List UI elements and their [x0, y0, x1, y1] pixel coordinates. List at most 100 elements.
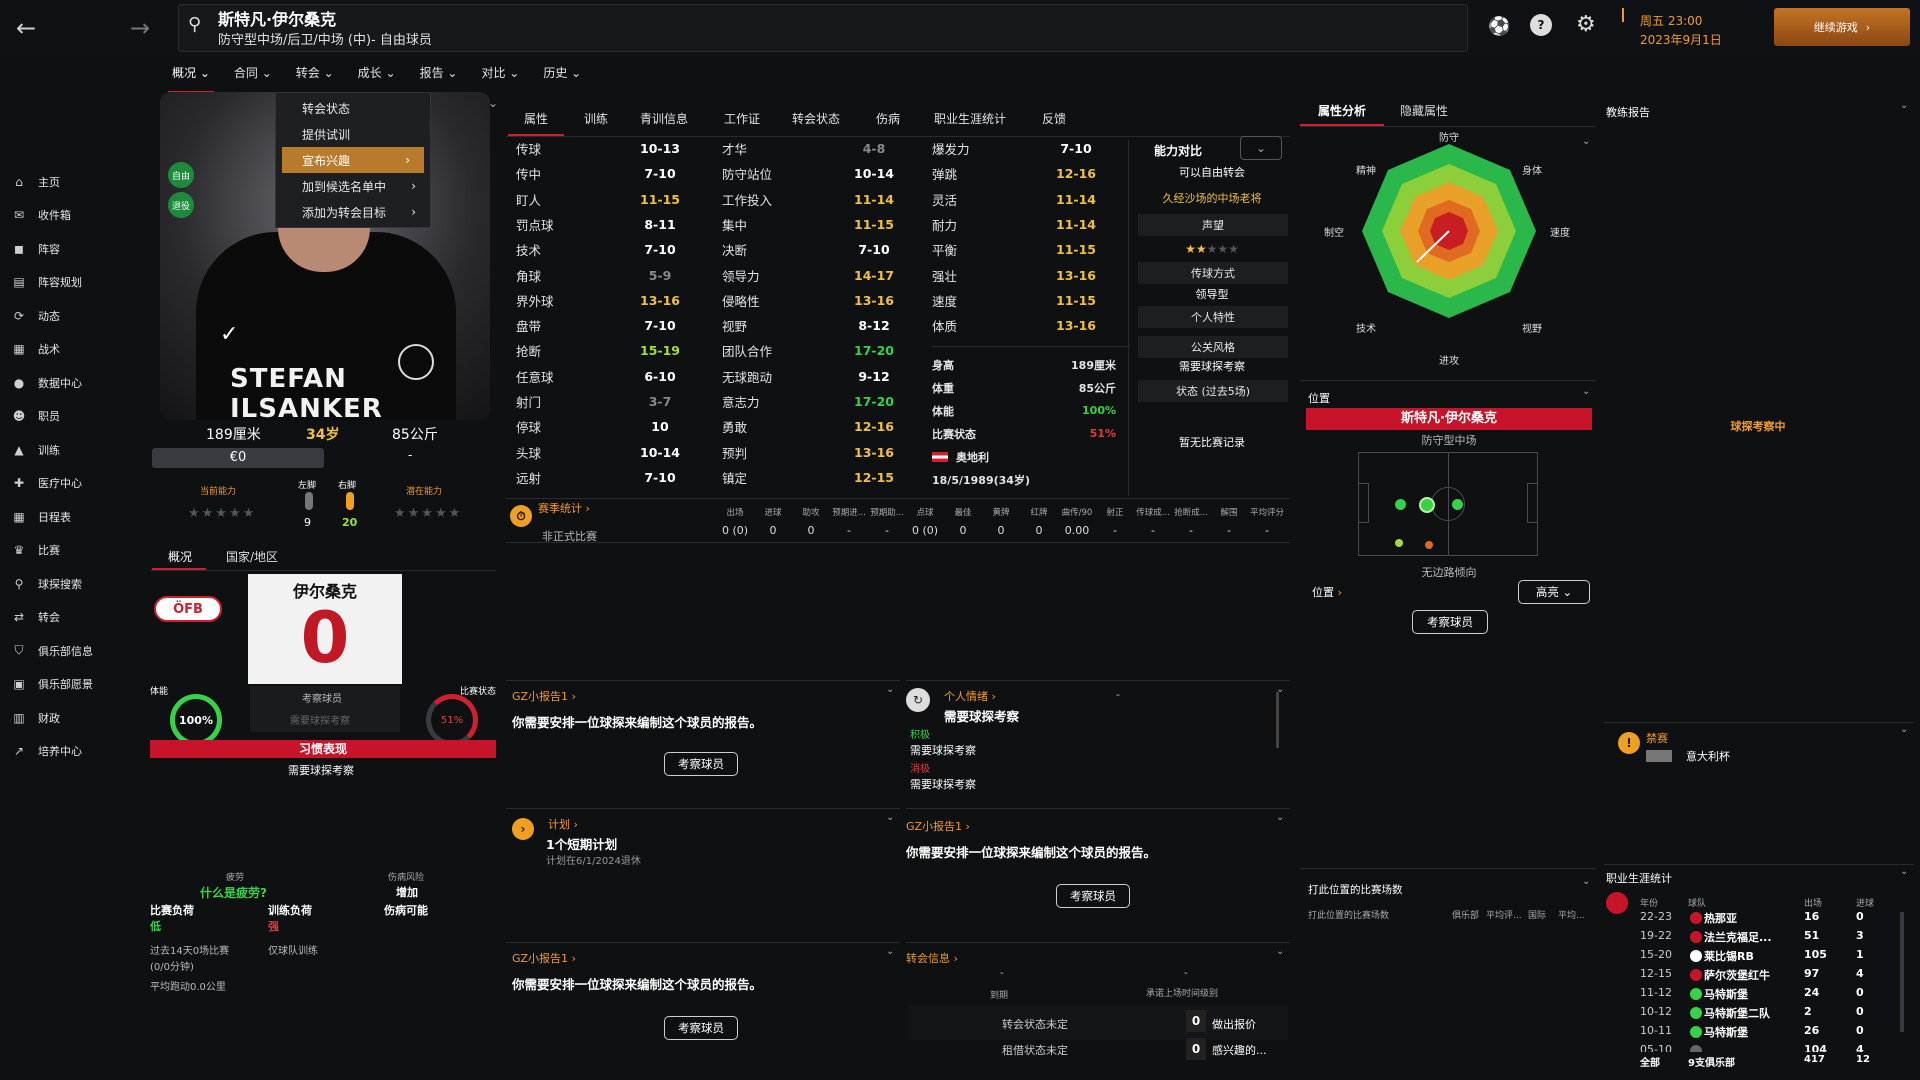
chevron-down-icon[interactable]: ⌄: [1276, 946, 1284, 957]
personality-title[interactable]: 个人情绪 ›: [944, 688, 996, 704]
subnav-reports[interactable]: 报告 ⌄: [408, 60, 470, 90]
what-is-fatigue-link[interactable]: 什么是疲劳?: [200, 884, 267, 901]
attr-tab[interactable]: 工作证: [724, 110, 760, 127]
subnav-development[interactable]: 成长 ⌄: [346, 60, 408, 90]
season-stats-header[interactable]: 射正: [1096, 506, 1134, 518]
ball-icon[interactable]: ⚽: [1488, 16, 1510, 37]
interested-link[interactable]: 感兴趣的...: [1212, 1042, 1267, 1058]
sidebar-item-schedule[interactable]: ▦ 日程表: [0, 500, 150, 534]
subnav-compare[interactable]: 对比 ⌄: [469, 60, 531, 90]
menu-item-declare-interest[interactable]: 宣布兴趣 ›: [282, 147, 424, 173]
sidebar-item-home[interactable]: ⌂ 主页: [0, 165, 150, 199]
sidebar-item-development-centre[interactable]: ↗ 培养中心: [0, 735, 150, 769]
continue-button[interactable]: 继续游戏 ›: [1774, 8, 1910, 46]
career-team-cell[interactable]: 马特斯堡: [1704, 986, 1814, 1002]
attr-tab[interactable]: 转会状态: [792, 110, 840, 127]
season-stats-title[interactable]: 赛季统计 ›: [538, 500, 590, 516]
career-team-cell[interactable]: 马特斯堡: [1704, 1024, 1814, 1040]
sidebar-item-inbox[interactable]: ✉ 收件箱: [0, 199, 150, 233]
season-stats-header[interactable]: 出场: [716, 506, 754, 518]
position-scout-button[interactable]: 考察球员: [1412, 610, 1488, 634]
career-team-cell[interactable]: 萨尔茨堡红牛: [1704, 967, 1814, 983]
sidebar-item-scouting[interactable]: ⚲ 球探搜索: [0, 567, 150, 601]
gz-report-2-title[interactable]: GZ小报告1 ›: [906, 818, 970, 834]
chevron-down-icon[interactable]: ⌄: [1900, 724, 1908, 735]
chevron-down-icon[interactable]: ⌄: [488, 96, 498, 110]
gz-report-3-title[interactable]: GZ小报告1 ›: [512, 950, 576, 966]
attr-tab[interactable]: 职业生涯统计: [934, 110, 1006, 127]
chevron-down-icon[interactable]: ⌄: [1900, 100, 1908, 111]
sidebar-item-staff[interactable]: ☻ 职员: [0, 400, 150, 434]
sidebar-item-club-vision[interactable]: ▣ 俱乐部愿景: [0, 668, 150, 702]
menu-item-add-target[interactable]: 添加为转会目标 ›: [276, 199, 430, 225]
sidebar-item-training[interactable]: ▲ 训练: [0, 433, 150, 467]
tab-attr-analysis[interactable]: 属性分析: [1318, 102, 1366, 119]
season-stats-header[interactable]: 抢断成...: [1172, 506, 1210, 518]
chevron-down-icon[interactable]: ⌄: [1900, 866, 1908, 877]
back-arrow-icon[interactable]: ←: [8, 10, 44, 46]
menu-item-offer-trial[interactable]: 提供试训: [276, 121, 430, 147]
sidebar-item-transfers[interactable]: ⇄ 转会: [0, 601, 150, 635]
transfer-info-title[interactable]: 转会信息 ›: [906, 950, 958, 966]
menu-item-transfer-status[interactable]: 转会状态: [276, 95, 430, 121]
plan-title[interactable]: 计划 ›: [548, 816, 578, 832]
season-stats-header[interactable]: 点球: [906, 506, 944, 518]
sidebar-item-club-info[interactable]: ⛉ 俱乐部信息: [0, 634, 150, 668]
highlight-dropdown[interactable]: 高亮 ⌄: [1518, 580, 1590, 604]
season-stats-header[interactable]: 黄牌: [982, 506, 1020, 518]
attr-tab[interactable]: 反馈: [1042, 110, 1066, 127]
help-icon[interactable]: ?: [1530, 14, 1552, 36]
sidebar-item-medical[interactable]: ✚ 医疗中心: [0, 467, 150, 501]
season-stats-header[interactable]: 助攻: [792, 506, 830, 518]
scrollbar[interactable]: [1276, 692, 1279, 748]
career-team-cell[interactable]: 热那亚: [1704, 910, 1814, 926]
chevron-down-icon[interactable]: ⌄: [886, 946, 894, 957]
attr-tab[interactable]: 训练: [584, 110, 608, 127]
attr-tab[interactable]: 青训信息: [640, 110, 688, 127]
chevron-down-icon[interactable]: ⌄: [1582, 386, 1590, 397]
chevron-down-icon[interactable]: ⌄: [886, 812, 894, 823]
career-team-cell[interactable]: 马特斯堡二队: [1704, 1005, 1814, 1021]
attr-tab[interactable]: 属性: [507, 110, 565, 137]
sidebar-item-squad-planner[interactable]: ▤ 阵容规划: [0, 266, 150, 300]
sidebar-item-squad[interactable]: ◼ 阵容: [0, 232, 150, 266]
tab-hidden-attrs[interactable]: 隐藏属性: [1400, 102, 1448, 119]
subnav-contract[interactable]: 合同 ⌄: [222, 60, 284, 90]
season-stats-header[interactable]: 解围: [1210, 506, 1248, 518]
gz-report-1-title[interactable]: GZ小报告1 ›: [512, 688, 576, 704]
sidebar-item-tactics[interactable]: ▦ 战术: [0, 333, 150, 367]
tab-nation[interactable]: 国家/地区: [226, 548, 278, 565]
sidebar-item-finances[interactable]: ▥ 财政: [0, 701, 150, 735]
season-stats-header[interactable]: 预期助...: [868, 506, 906, 518]
season-stats-header[interactable]: 红牌: [1020, 506, 1058, 518]
make-offer-link[interactable]: 做出报价: [1212, 1016, 1256, 1032]
season-stats-header[interactable]: 平均评分: [1248, 506, 1286, 518]
gz-report-2-scout-button[interactable]: 考察球员: [1056, 884, 1130, 908]
compare-dropdown[interactable]: ⌄: [1240, 136, 1282, 160]
season-stats-header[interactable]: 曲传/90: [1058, 506, 1096, 518]
gz-report-3-scout-button[interactable]: 考察球员: [664, 1016, 738, 1040]
position-link[interactable]: 位置 ›: [1312, 584, 1342, 600]
subnav-transfer[interactable]: 转会 ⌄: [284, 60, 346, 90]
subnav-history[interactable]: 历史 ⌄: [531, 60, 593, 90]
attr-tab[interactable]: 伤病: [876, 110, 900, 127]
menu-item-add-shortlist[interactable]: 加到候选名单中 ›: [276, 173, 430, 199]
subnav-overview[interactable]: 概况 ⌄: [160, 60, 222, 94]
search-icon[interactable]: ⚲: [188, 14, 201, 35]
chevron-down-icon[interactable]: ⌄: [1276, 812, 1284, 823]
season-stats-header[interactable]: 传球成...: [1134, 506, 1172, 518]
sidebar-item-data-hub[interactable]: ● 数据中心: [0, 366, 150, 400]
scrollbar[interactable]: [1900, 912, 1904, 1032]
tab-overview[interactable]: 概况: [168, 548, 192, 565]
gz-report-1-scout-button[interactable]: 考察球员: [664, 752, 738, 776]
season-stats-header[interactable]: 预期进...: [830, 506, 868, 518]
career-team-cell[interactable]: 法兰克福足...: [1704, 929, 1814, 945]
chevron-down-icon[interactable]: ⌄: [1582, 876, 1590, 887]
chevron-down-icon[interactable]: ⌄: [886, 684, 894, 695]
sidebar-item-dynamics[interactable]: ⟳ 动态: [0, 299, 150, 333]
gear-icon[interactable]: ⚙: [1576, 12, 1596, 37]
season-stats-header[interactable]: 最佳: [944, 506, 982, 518]
career-team-cell[interactable]: 莱比锡RB: [1704, 948, 1814, 964]
season-stats-header[interactable]: 进球: [754, 506, 792, 518]
forward-arrow-icon[interactable]: →: [122, 10, 158, 46]
